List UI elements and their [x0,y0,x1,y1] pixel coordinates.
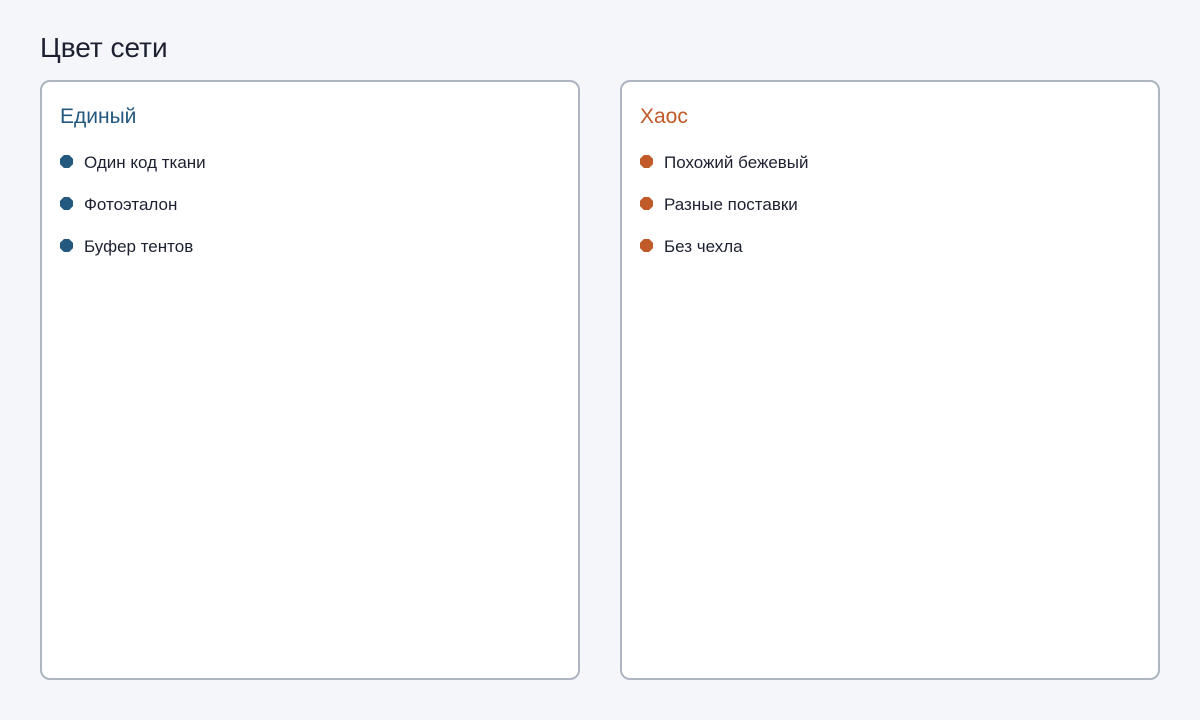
octagon-bullet-icon [60,155,73,168]
list-item: Разные поставки [640,194,809,236]
list-item-label: Один код ткани [84,153,206,172]
octagon-bullet-icon [60,197,73,210]
list-item: Один код ткани [60,152,206,194]
card-list-unified: Один код ткани Фотоэталон Буфер тентов [60,152,206,278]
octagon-bullet-icon [640,155,653,168]
list-item-label: Без чехла [664,237,743,256]
list-item: Буфер тентов [60,236,206,278]
list-item-label: Похожий бежевый [664,153,809,172]
list-item-label: Буфер тентов [84,237,194,256]
list-item: Похожий бежевый [640,152,809,194]
list-item: Без чехла [640,236,809,278]
octagon-bullet-icon [640,239,653,252]
octagon-bullet-icon [640,197,653,210]
list-item: Фотоэталон [60,194,206,236]
list-item-label: Разные поставки [664,195,798,214]
page-title: Цвет сети [40,32,168,63]
octagon-bullet-icon [60,239,73,252]
card-unified: Единый Один код ткани Фотоэталон Буфер т… [40,80,580,680]
card-title-unified: Единый [60,105,137,128]
card-title-chaos: Хаос [640,105,688,128]
card-list-chaos: Похожий бежевый Разные поставки Без чехл… [640,152,809,278]
list-item-label: Фотоэталон [84,195,178,214]
card-chaos: Хаос Похожий бежевый Разные поставки Без… [620,80,1160,680]
